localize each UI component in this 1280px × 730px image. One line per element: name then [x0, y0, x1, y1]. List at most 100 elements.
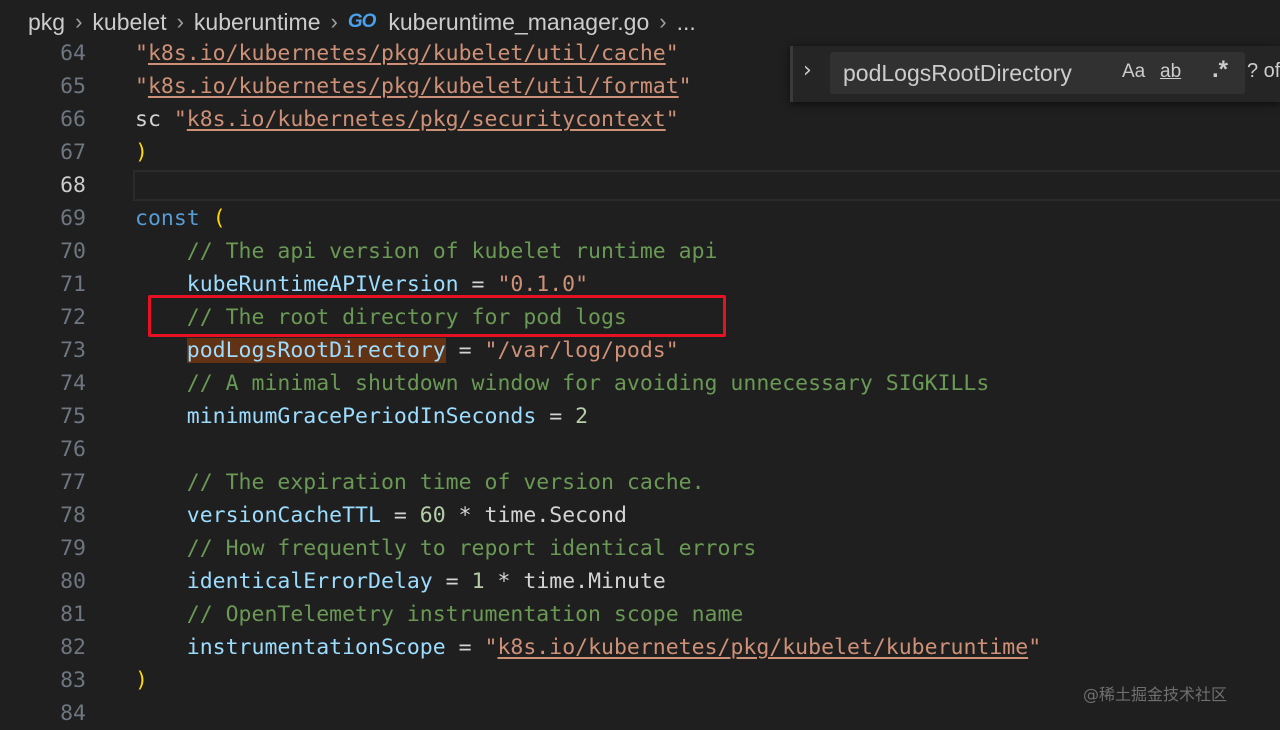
code-token: = [536, 404, 576, 429]
code-token: . [575, 569, 589, 594]
code-token: "/var/log/pods" [484, 338, 679, 363]
breadcrumb-more[interactable]: ... [677, 9, 696, 36]
chevron-right-icon: › [176, 9, 184, 34]
code-line[interactable]: 69 const ( [0, 202, 1280, 235]
code-line[interactable]: 70 // The api version of kubelet runtime… [0, 235, 1280, 268]
code-line[interactable]: 81 // OpenTelemetry instrumentation scop… [0, 598, 1280, 631]
code-token: podLogsRootDirectory [186, 338, 446, 363]
code-token: k8s.io/kubernetes/pkg/kubelet/kuberuntim… [497, 635, 1029, 660]
code-token: versionCacheTTL [186, 503, 381, 528]
code-token: sc [135, 107, 174, 132]
code-token: "0.1.0" [497, 272, 589, 297]
line-number: 82 [60, 635, 86, 660]
line-number: 75 [60, 404, 86, 429]
code-token: time [523, 569, 576, 594]
code-text: podLogsRootDirectory = "/var/log/pods" [135, 334, 679, 367]
line-number: 67 [60, 140, 86, 165]
code-text: ) [135, 664, 148, 697]
breadcrumb-item-kubelet[interactable]: kubelet [92, 9, 166, 36]
code-token: " [665, 41, 679, 66]
code-token: // How frequently to report identical er… [186, 536, 757, 561]
chevron-right-icon: › [75, 9, 83, 34]
breadcrumb-item-file[interactable]: kuberuntime_manager.go [388, 9, 649, 36]
code-token: const [135, 206, 200, 231]
code-line[interactable]: 73 podLogsRootDirectory = "/var/log/pods… [0, 334, 1280, 367]
code-text: sc "k8s.io/kubernetes/pkg/securitycontex… [135, 103, 679, 136]
highlight-annotation-box [148, 295, 726, 337]
code-token: instrumentationScope [186, 635, 446, 660]
code-line[interactable]: 79 // How frequently to report identical… [0, 532, 1280, 565]
code-token: = [432, 569, 472, 594]
code-line[interactable]: 66 sc "k8s.io/kubernetes/pkg/securitycont… [0, 103, 1280, 136]
code-editor[interactable]: 64 "k8s.io/kubernetes/pkg/kubelet/util/ca… [0, 37, 1280, 726]
code-token: ) [135, 668, 148, 693]
line-number: 73 [60, 338, 86, 363]
line-number: 80 [60, 569, 86, 594]
code-token: " [135, 41, 148, 66]
code-line[interactable]: 78 versionCacheTTL = 60 * time.Second [0, 499, 1280, 532]
code-token: * [484, 569, 524, 594]
code-line[interactable]: 75 minimumGracePeriodInSeconds = 2 [0, 400, 1280, 433]
breadcrumb-item-kuberuntime[interactable]: kuberuntime [194, 9, 321, 36]
chevron-right-icon: › [659, 9, 667, 34]
match-case-icon[interactable]: Aa [1122, 61, 1145, 83]
code-token: " [173, 107, 187, 132]
code-token: Minute [588, 569, 666, 594]
match-whole-word-icon[interactable]: ab [1160, 61, 1181, 83]
watermark: @稀土掘金技术社区 [1083, 685, 1228, 704]
toggle-replace-chevron-icon[interactable]: › [803, 58, 812, 83]
code-token: 2 [575, 404, 589, 429]
code-token: = [458, 272, 498, 297]
code-line[interactable]: 82 instrumentationScope = "k8s.io/kubern… [0, 631, 1280, 664]
code-token: Second [549, 503, 627, 528]
code-text: "k8s.io/kubernetes/pkg/kubelet/util/cach… [135, 37, 679, 70]
regex-icon[interactable]: .* [1212, 56, 1228, 84]
code-text: versionCacheTTL = 60 * time.Second [135, 499, 627, 532]
code-text: // OpenTelemetry instrumentation scope n… [135, 598, 744, 631]
code-token: k8s.io/kubernetes/pkg/kubelet/util/forma… [147, 74, 679, 99]
line-number: 74 [60, 371, 86, 396]
code-token: = [445, 338, 485, 363]
code-token: // A minimal shutdown window for avoidin… [186, 371, 990, 396]
line-number: 84 [60, 701, 86, 726]
code-line[interactable]: 80 identicalErrorDelay = 1 * time.Minute [0, 565, 1280, 598]
code-text: identicalErrorDelay = 1 * time.Minute [135, 565, 666, 598]
line-number: 64 [60, 41, 86, 66]
code-token: kubeRuntimeAPIVersion [186, 272, 459, 297]
chevron-right-icon: › [330, 9, 338, 34]
code-token: ( [212, 206, 226, 231]
code-token: ) [135, 140, 148, 165]
code-text: // How frequently to report identical er… [135, 532, 757, 565]
line-number: 78 [60, 503, 86, 528]
code-line[interactable]: 77 // The expiration time of version cac… [0, 466, 1280, 499]
line-number: 79 [60, 536, 86, 561]
code-token: = [445, 635, 485, 660]
line-number: 81 [60, 602, 86, 627]
code-token: " [678, 74, 692, 99]
code-token: . [536, 503, 550, 528]
code-line[interactable]: 74 // A minimal shutdown window for avoi… [0, 367, 1280, 400]
code-line[interactable]: 67) [0, 136, 1280, 169]
find-input[interactable]: podLogsRootDirectory Aa ab .* [830, 52, 1245, 94]
line-number: 76 [60, 437, 86, 462]
code-token: // The api version of kubelet runtime ap… [186, 239, 718, 264]
breadcrumb-item-pkg[interactable]: pkg [28, 9, 65, 36]
code-line[interactable]: 68 [0, 169, 1280, 202]
code-token: time [484, 503, 537, 528]
line-number: 65 [60, 74, 86, 99]
code-line[interactable]: 76 [0, 433, 1280, 466]
code-token: // OpenTelemetry instrumentation scope n… [186, 602, 744, 627]
code-text: ) [135, 136, 148, 169]
code-token: = [380, 503, 420, 528]
line-number: 66 [60, 107, 86, 132]
